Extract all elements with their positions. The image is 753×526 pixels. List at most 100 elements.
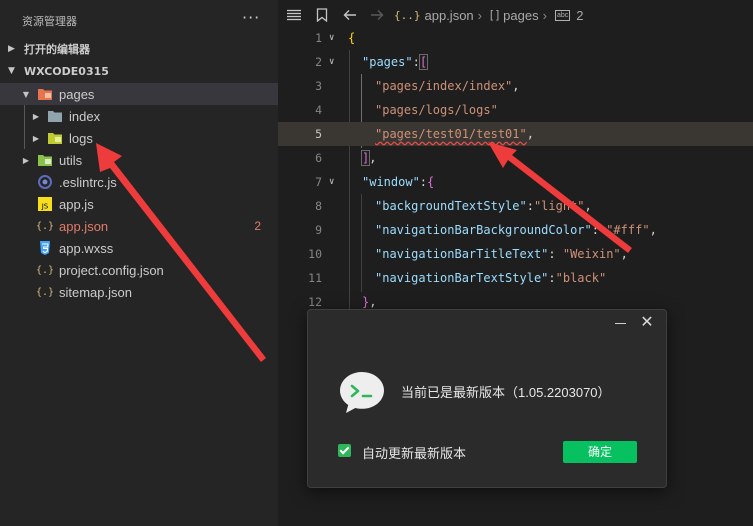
svg-text:JS: JS: [41, 203, 49, 211]
code-text: "window":{: [362, 175, 435, 189]
folder-pages-icon: [37, 86, 53, 102]
code-line: 6 ],: [278, 146, 753, 170]
chevron-right-icon: ▶: [22, 155, 30, 165]
line-number: 4: [315, 103, 322, 117]
explorer-title: 资源管理器: [22, 15, 77, 28]
open-editors-label: 打开的编辑器: [24, 43, 90, 56]
confirm-button[interactable]: 确定: [563, 441, 637, 463]
project-name: WXCODE0315: [24, 64, 109, 78]
bookmark-icon[interactable]: [311, 4, 333, 26]
chevron-right-icon: ▶: [32, 111, 40, 121]
project-section[interactable]: ▼ WXCODE0315: [0, 60, 278, 82]
breadcrumb-index[interactable]: abc 2: [554, 7, 584, 23]
code-text: "navigationBarTitleText": "Weixin",: [375, 247, 628, 261]
code-line: 7 ∨ "window":{: [278, 170, 753, 194]
tree-item-app-json[interactable]: {.} app.json 2: [0, 215, 278, 237]
line-number: 12: [308, 295, 322, 309]
breadcrumb-file-label: app.json: [424, 7, 474, 23]
breadcrumb-file[interactable]: {..} app.json: [394, 8, 474, 23]
line-number: 1: [315, 31, 322, 45]
chevron-right-icon: ›: [477, 7, 482, 23]
line-number: 10: [308, 247, 322, 261]
line-number: 11: [308, 271, 322, 285]
breadcrumb-node[interactable]: [ ] pages: [490, 8, 539, 23]
tree-item-logs[interactable]: ▶ logs: [0, 127, 278, 149]
json-file-icon: {.}: [35, 264, 55, 276]
tree-item-label: pages: [59, 86, 95, 102]
chevron-right-icon: ▶: [32, 133, 40, 143]
code-text: "navigationBarBackgroundColor": "#fff",: [375, 223, 657, 237]
tree-item-eslintrc[interactable]: .eslintrc.js: [0, 171, 278, 193]
tree-item-label: sitemap.json: [59, 284, 132, 300]
line-number: 6: [315, 151, 322, 165]
array-icon: [ ]: [490, 9, 500, 21]
folder-icon: [47, 130, 63, 146]
back-arrow-icon[interactable]: [339, 4, 361, 26]
string-icon: abc: [554, 9, 571, 21]
chevron-down-icon[interactable]: ∨: [329, 33, 334, 43]
explorer-sidebar: 资源管理器 ··· ▶ 打开的编辑器 ▼ WXCODE0315 ▼ pages …: [0, 0, 278, 526]
explorer-header: 资源管理器 ···: [0, 0, 278, 38]
chevron-right-icon: ▶: [8, 44, 15, 54]
code-text: "pages/test01/test01",: [375, 127, 534, 141]
update-dialog: ✕ 当前已是最新版本（1.05.2203070） 自动更新最新版本 确定: [307, 309, 667, 488]
tree-item-app-wxss[interactable]: app.wxss: [0, 237, 278, 259]
problems-badge: 2: [254, 219, 261, 233]
line-number: 7: [315, 175, 322, 189]
chevron-down-icon[interactable]: ∨: [329, 57, 334, 67]
eslint-icon: [37, 174, 53, 190]
auto-update-label[interactable]: 自动更新最新版本: [362, 443, 466, 462]
code-text: "backgroundTextStyle":"light",: [375, 199, 592, 213]
tree-item-sitemap[interactable]: {.} sitemap.json: [0, 281, 278, 303]
code-line: 1 ∨ {: [278, 26, 753, 50]
json-file-icon: {.}: [35, 220, 55, 232]
chevron-down-icon: ▼: [8, 66, 15, 76]
chevron-down-icon[interactable]: ∨: [329, 177, 334, 187]
code-line: 4 "pages/logs/logs": [278, 98, 753, 122]
minimize-button[interactable]: [613, 315, 629, 331]
js-file-icon: JS: [37, 196, 53, 212]
more-actions-icon[interactable]: ···: [242, 8, 260, 27]
json-file-icon: {.}: [35, 286, 55, 298]
code-line: 3 "pages/index/index",: [278, 74, 753, 98]
code-text: ],: [360, 150, 377, 166]
line-number: 5: [315, 127, 322, 141]
error-squiggle: "pages/test01/test01": [375, 127, 527, 141]
folder-icon: [47, 108, 63, 124]
tree-item-label: app.js: [59, 196, 94, 212]
breadcrumb-node-label: pages: [503, 7, 539, 23]
code-line: 2 ∨ "pages":[: [278, 50, 753, 74]
code-text: },: [362, 295, 377, 309]
code-line: 8 "backgroundTextStyle":"light",: [278, 194, 753, 218]
code-text: "pages/index/index",: [375, 79, 520, 93]
tree-item-index[interactable]: ▶ index: [0, 105, 278, 127]
line-number: 9: [315, 223, 322, 237]
chevron-right-icon: ›: [542, 7, 547, 23]
breadcrumb-index-label: 2: [576, 7, 584, 23]
close-icon[interactable]: ✕: [638, 313, 656, 331]
tree-item-pages[interactable]: ▼ pages: [0, 83, 278, 105]
forward-arrow-icon[interactable]: [366, 4, 388, 26]
tree-item-app-js[interactable]: JS app.js: [0, 193, 278, 215]
code-text: "pages/logs/logs": [375, 103, 498, 117]
tree-item-utils[interactable]: ▶ utils: [0, 149, 278, 171]
code-line: 10 "navigationBarTitleText": "Weixin",: [278, 242, 753, 266]
folder-utils-icon: [37, 152, 53, 168]
chevron-down-icon: ▼: [22, 89, 30, 99]
auto-update-checkbox[interactable]: [338, 444, 351, 457]
line-number: 2: [315, 55, 322, 69]
list-icon[interactable]: [283, 4, 305, 26]
tree-item-project-config[interactable]: {.} project.config.json: [0, 259, 278, 281]
code-line: 9 "navigationBarBackgroundColor": "#fff"…: [278, 218, 753, 242]
code-line: 11 "navigationBarTextStyle":"black": [278, 266, 753, 290]
code-text: {: [348, 31, 356, 45]
code-line-current: 5 "pages/test01/test01",: [278, 122, 753, 146]
tree-item-label: index: [69, 108, 101, 124]
line-number: 3: [315, 79, 322, 93]
tree-item-label: .eslintrc.js: [59, 174, 117, 190]
tree-item-label: app.wxss: [59, 240, 114, 256]
tree-item-label: project.config.json: [59, 262, 164, 278]
dialog-message: 当前已是最新版本（1.05.2203070）: [401, 385, 611, 400]
css-file-icon: [37, 240, 53, 256]
open-editors-section[interactable]: ▶ 打开的编辑器: [0, 38, 278, 60]
